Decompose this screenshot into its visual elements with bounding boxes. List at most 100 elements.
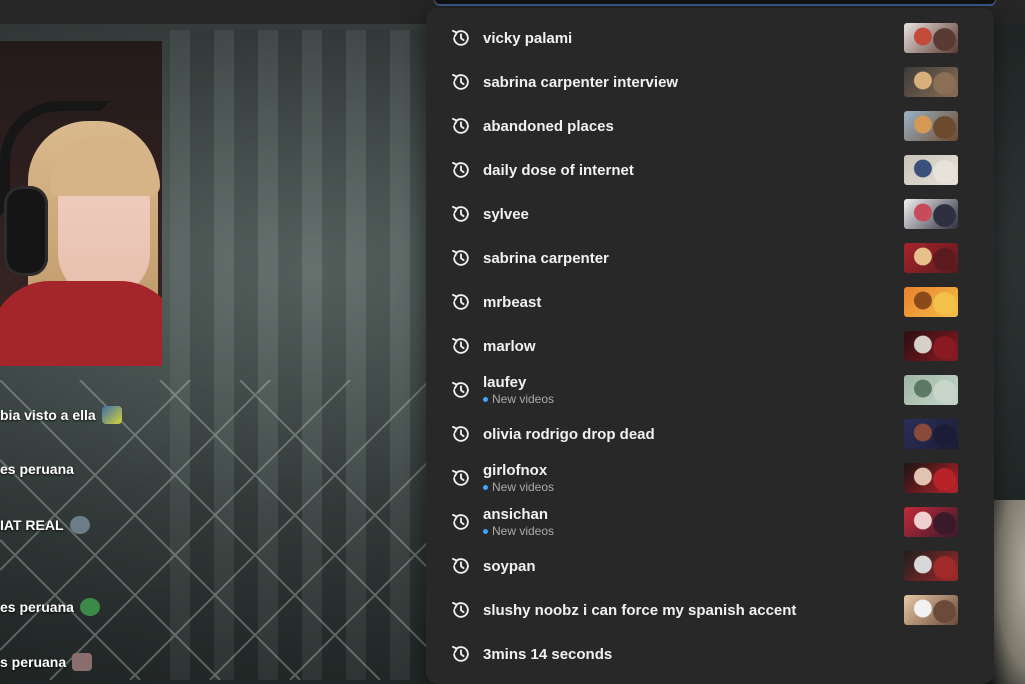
new-dot-icon — [483, 397, 488, 402]
search-history-dropdown: vicky palami sabrina carpenter interview a… — [426, 8, 994, 684]
search-history-query: vicky palami — [483, 29, 573, 47]
chat-message-text: IAT REAL — [0, 517, 64, 533]
webcam-shirt — [0, 281, 162, 366]
search-box-edge[interactable] — [434, 0, 996, 6]
new-videos-label: New videos — [492, 524, 555, 538]
chat-message: es peruana — [0, 598, 100, 616]
search-history-text: soypan — [483, 544, 536, 588]
search-history-item[interactable]: laufey New videos — [426, 368, 994, 412]
search-history-query: soypan — [483, 557, 536, 575]
search-history-query: mrbeast — [483, 293, 542, 311]
new-videos-indicator: New videos — [483, 392, 554, 407]
video-thumbnail[interactable] — [904, 23, 958, 53]
search-history-item[interactable]: sabrina carpenter — [426, 236, 994, 280]
history-icon — [452, 337, 469, 354]
search-history-query: girlofnox — [483, 462, 548, 479]
search-history-item[interactable]: olivia rodrigo drop dead — [426, 412, 994, 456]
search-history-text: laufey New videos — [483, 368, 554, 412]
search-history-text: mrbeast — [483, 280, 541, 324]
video-thumbnail[interactable] — [904, 595, 958, 625]
search-history-text: marlow — [483, 324, 536, 368]
search-history-query: sylvee — [483, 205, 529, 223]
search-history-query: ansichan — [483, 506, 549, 523]
video-thumbnail[interactable] — [904, 67, 958, 97]
video-thumbnail[interactable] — [904, 551, 958, 581]
search-history-text: girlofnox New videos — [483, 456, 554, 500]
history-icon — [452, 513, 469, 530]
chat-message-text: es peruana — [0, 599, 74, 615]
history-icon — [452, 425, 469, 442]
chat-message: es peruana — [0, 461, 74, 477]
search-history-item[interactable]: ansichan New videos — [426, 500, 994, 544]
search-history-text: slushy noobz i can force my spanish acce… — [483, 588, 796, 632]
search-history-text: ansichan New videos — [483, 500, 554, 544]
search-history-query: 3mins 14 seconds — [483, 645, 613, 663]
streamer-webcam — [0, 41, 162, 366]
search-history-text: sabrina carpenter — [483, 236, 609, 280]
video-thumbnail[interactable] — [904, 111, 958, 141]
new-videos-indicator: New videos — [483, 524, 554, 539]
search-history-item[interactable]: daily dose of internet — [426, 148, 994, 192]
new-videos-indicator: New videos — [483, 480, 554, 495]
video-thumbnail[interactable] — [904, 243, 958, 273]
search-history-item[interactable]: vicky palami — [426, 16, 994, 60]
history-icon — [452, 29, 469, 46]
search-history-query: laufey — [483, 374, 527, 391]
video-thumbnail[interactable] — [904, 507, 958, 537]
search-history-item[interactable]: 3mins 14 seconds — [426, 632, 994, 676]
new-videos-label: New videos — [492, 480, 555, 494]
chat-message: bia visto a ella — [0, 406, 122, 424]
search-history-item[interactable]: abandoned places — [426, 104, 994, 148]
search-history-text: vicky palami — [483, 16, 572, 60]
video-thumbnail[interactable] — [904, 463, 958, 493]
history-icon — [452, 161, 469, 178]
chat-message: IAT REAL — [0, 516, 90, 534]
search-history-text: sylvee — [483, 192, 529, 236]
history-icon — [452, 469, 469, 486]
video-thumbnail[interactable] — [904, 155, 958, 185]
search-history-item[interactable]: girlofnox New videos — [426, 456, 994, 500]
history-icon — [452, 205, 469, 222]
history-icon — [452, 381, 469, 398]
emote-icon — [72, 653, 93, 671]
history-icon — [452, 73, 469, 90]
search-history-item[interactable]: sylvee — [426, 192, 994, 236]
search-history-text: abandoned places — [483, 104, 614, 148]
history-icon — [452, 601, 469, 618]
search-history-query: daily dose of internet — [483, 161, 634, 179]
search-history-query: slushy noobz i can force my spanish acce… — [483, 601, 797, 619]
search-history-item[interactable]: marlow — [426, 324, 994, 368]
history-icon — [452, 645, 469, 662]
video-thumbnail[interactable] — [904, 199, 958, 229]
headphone-icon — [4, 186, 48, 276]
search-history-text: daily dose of internet — [483, 148, 634, 192]
new-videos-label: New videos — [492, 392, 555, 406]
history-icon — [452, 293, 469, 310]
new-dot-icon — [483, 485, 488, 490]
chat-message-text: s peruana — [0, 654, 67, 670]
search-history-item[interactable]: slushy noobz i can force my spanish acce… — [426, 588, 994, 632]
chat-message-text: bia visto a ella — [0, 407, 96, 423]
search-history-query: marlow — [483, 337, 536, 355]
video-thumbnail[interactable] — [904, 419, 958, 449]
search-history-item[interactable]: sabrina carpenter interview — [426, 60, 994, 104]
new-dot-icon — [483, 529, 488, 534]
emote-icon — [69, 516, 90, 534]
search-history-item[interactable]: soypan — [426, 544, 994, 588]
search-history-text: olivia rodrigo drop dead — [483, 412, 655, 456]
search-history-query: abandoned places — [483, 117, 614, 135]
history-icon — [452, 557, 469, 574]
chat-message: s peruana — [0, 653, 93, 671]
chat-message-text: es peruana — [0, 461, 74, 477]
history-icon — [452, 117, 469, 134]
history-icon — [452, 249, 469, 266]
search-history-item[interactable]: mrbeast — [426, 280, 994, 324]
emote-icon — [79, 598, 100, 616]
video-edge-detail — [990, 500, 1025, 684]
video-thumbnail[interactable] — [904, 375, 958, 405]
video-page: bia visto a ella es peruana IAT REAL es … — [0, 0, 1025, 684]
search-history-text: sabrina carpenter interview — [483, 60, 678, 104]
video-thumbnail[interactable] — [904, 287, 958, 317]
search-history-query: sabrina carpenter interview — [483, 73, 679, 91]
video-thumbnail[interactable] — [904, 331, 958, 361]
